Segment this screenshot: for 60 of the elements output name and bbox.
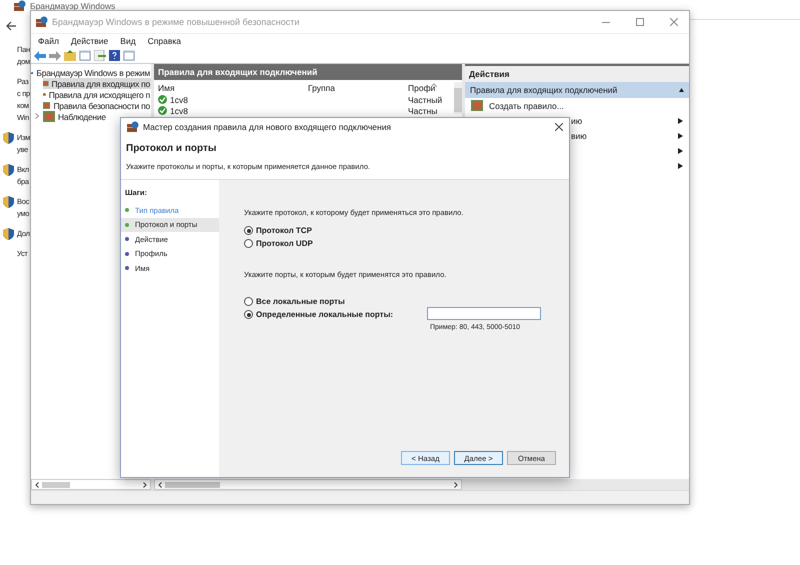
scroll-thumb[interactable] <box>42 482 70 488</box>
column-header[interactable]: Группа <box>308 83 408 93</box>
menu-item[interactable]: Файл <box>38 36 59 46</box>
collapse-arrow-icon[interactable] <box>679 87 684 93</box>
shield-icon <box>3 196 14 208</box>
menu-item[interactable]: Действие <box>70 36 108 46</box>
table-cell: 1cv8 <box>170 106 188 116</box>
tree-item[interactable]: Правила для исходящего п <box>43 89 151 100</box>
scroll-left-icon[interactable] <box>35 482 39 488</box>
submenu-arrow-icon[interactable] <box>678 132 683 138</box>
radio-option[interactable]: Протокол UDP <box>244 239 541 248</box>
ports-field[interactable] <box>427 307 541 320</box>
scrollbar[interactable] <box>31 479 151 490</box>
scroll-right-icon[interactable] <box>454 482 458 488</box>
menu-item[interactable]: Справка <box>148 36 182 46</box>
maximize-icon[interactable] <box>636 18 644 26</box>
action-item[interactable]: ию <box>571 116 582 126</box>
back-arrow-icon[interactable] <box>6 21 17 31</box>
window-title: Брандмауэр Windows <box>30 1 116 11</box>
column-header[interactable]: Профи <box>408 83 458 93</box>
folder-icon[interactable] <box>64 50 76 61</box>
window-title: Брандмауэр Windows в режиме повышенной безопасности <box>52 17 300 27</box>
shield-icon <box>3 132 14 144</box>
radio-option[interactable]: Все локальные порты <box>244 297 427 306</box>
action-item[interactable]: Создать правило... <box>465 98 689 113</box>
export-icon[interactable] <box>94 50 106 61</box>
radio-option[interactable]: Определенные локальные порты: <box>244 310 427 319</box>
page-heading: Протокол и порты <box>126 143 218 154</box>
pane-header: Правила для входящих подключений <box>154 64 462 80</box>
scroll-thumb[interactable] <box>454 88 462 112</box>
pane-header: Действия <box>465 64 689 82</box>
scrollbar[interactable] <box>154 479 462 490</box>
panel-icon[interactable] <box>79 50 91 61</box>
forward-arrow-icon[interactable] <box>49 50 61 60</box>
scrollbar[interactable] <box>454 82 462 114</box>
submenu-arrow-icon[interactable] <box>678 148 683 154</box>
submenu-arrow-icon[interactable] <box>678 162 683 168</box>
table-cell: 1cv8 <box>170 94 188 104</box>
rule-icon <box>471 100 483 111</box>
scroll-thumb[interactable] <box>165 482 220 488</box>
scroll-left-icon[interactable] <box>158 482 162 488</box>
section-header[interactable]: Правила для входящих подключений <box>465 82 689 98</box>
tree-item[interactable]: Наблюдение <box>43 111 151 122</box>
tree-item[interactable]: Брандмауэр Windows в режим <box>31 67 151 78</box>
column-header[interactable]: Имя <box>158 83 308 93</box>
tree-item[interactable]: Правила безопасности по <box>43 100 151 111</box>
help-icon[interactable] <box>109 50 120 61</box>
close-icon[interactable] <box>555 122 563 130</box>
tree-item[interactable]: Правила для входящих по <box>43 78 151 89</box>
scroll-right-icon[interactable] <box>143 482 147 488</box>
table-cell-text: Частный <box>408 94 444 104</box>
submenu-arrow-icon[interactable] <box>678 118 683 124</box>
shield-icon <box>3 228 14 240</box>
dialog-title: Мастер создания правила для нового входящего подключения <box>143 122 392 132</box>
sort-caret-icon <box>431 83 437 87</box>
table-cell-text: Частны <box>408 106 438 116</box>
menu-item[interactable]: Вид <box>120 36 136 46</box>
radio-option[interactable]: Протокол TCP <box>244 226 541 235</box>
action-item[interactable]: вию <box>571 130 587 140</box>
shield-icon <box>3 164 14 176</box>
